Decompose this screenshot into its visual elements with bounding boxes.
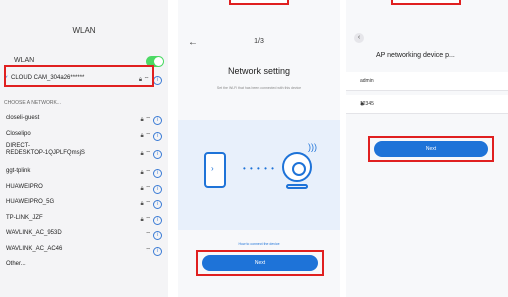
network-name: Other... [6,261,26,267]
info-icon[interactable]: i [153,150,162,159]
info-icon[interactable]: i [153,231,162,240]
highlight-box [229,0,289,5]
help-link[interactable]: How to connect the device [178,242,340,246]
wifi-icon: ⌔ [145,132,151,139]
list-item[interactable]: HUAWEIPRO_5G 🔒︎ ⌔ i [0,196,168,212]
wifi-icon: ⌔ [145,247,151,254]
network-status-icons: 🔒︎ ⌔ i [140,184,162,194]
network-name: closeli-guest [6,115,40,121]
list-item[interactable]: closeli-guest 🔒︎ ⌔ i [0,112,168,128]
info-icon[interactable]: i [153,215,162,225]
wlan-settings-screen: WLAN WLAN ✓ CLOUD CAM_304a26****** 🔒︎ ⌔ … [0,0,168,297]
network-name: WAVLINK_AC_AC46 [6,245,63,252]
username-field[interactable]: admin [346,72,508,91]
wifi-icon: ⌔ [145,216,151,223]
wlan-label: WLAN [14,57,35,64]
page-title: WLAN [72,26,96,35]
network-status-icons: 🔒︎ ⌔ i [140,199,162,209]
wifi-icon: ⌔ [145,151,151,157]
info-icon[interactable]: i [153,246,162,256]
section-header: CHOOSE A NETWORK... [4,100,61,106]
info-icon[interactable]: i [153,184,162,194]
network-list: closeli-guest 🔒︎ ⌔ i Closelipo 🔒︎ ⌔ i DIRE… [0,112,168,274]
network-status-icons: 🔒︎ ⌔ i [140,131,162,141]
wifi-icon: ⌔ [145,117,151,123]
network-name: WAVLINK_AC_953D [6,230,62,236]
lock-icon: 🔒︎ [140,216,144,223]
list-item[interactable]: Closelipo 🔒︎ ⌔ i [0,128,168,144]
network-name: ggt-tplink [6,168,31,174]
step-indicator: 1/3 [254,38,264,45]
wifi-icon: ⌔ [145,170,151,176]
network-status-icons: 🔒︎ ⌔ i [140,215,162,225]
network-name: HUAWEIPRO_5G [6,199,55,205]
phone-icon: › [204,152,226,188]
page-title: AP networking device p... [376,52,455,59]
list-item[interactable]: WAVLINK_AC_953D ⌔ i [0,227,168,243]
wifi-signal-icon: ))) [308,142,317,152]
back-icon[interactable]: ‹ [354,33,364,43]
lock-icon: 🔒︎ [140,117,144,123]
network-status-icons: 🔒︎ ⌔ i [140,168,162,178]
list-item[interactable]: DIRECT- REDESKTOP-1QJPLFQmsjS 🔒︎ ⌔ i [0,143,168,165]
lock-icon: 🔒︎ [140,132,144,139]
network-status-icons: ⌔ i [145,246,162,256]
network-setting-screen: ← 1/3 Network setting Set the Wi-Fi that… [178,0,340,297]
wifi-icon: ⌔ [145,185,151,192]
ap-networking-screen: ‹ AP networking device p... admin 12345 … [346,0,508,297]
network-status-icons: ⌔ i [145,230,162,240]
username-value: admin [360,78,374,84]
info-icon[interactable]: i [153,169,162,178]
camera-base-icon [286,184,308,189]
wifi-icon: ⌔ [145,201,151,207]
info-icon[interactable]: i [153,200,162,209]
lock-icon: 🔒︎ [140,170,144,176]
network-status-icons: 🔒︎ ⌔ i [140,149,162,159]
page-title: Network setting [227,66,291,76]
list-item[interactable]: Other... [0,258,168,274]
network-name: DIRECT- REDESKTOP-1QJPLFQmsjS [6,143,85,156]
network-name: HUAWEIPRO [6,183,43,190]
password-field[interactable]: 12345 ◉ [346,95,508,114]
network-name: Closelipo [6,130,31,137]
info-icon[interactable]: i [153,76,162,85]
highlight-box [391,0,461,5]
info-icon[interactable]: i [153,116,162,125]
list-item[interactable]: WAVLINK_AC_AC46 ⌔ i [0,243,168,259]
network-status-icons: 🔒︎ ⌔ i [140,115,162,125]
lock-icon: 🔒︎ [140,185,144,192]
highlight-box [4,65,154,87]
info-icon[interactable]: i [153,131,162,141]
list-item[interactable]: HUAWEIPRO 🔒︎ ⌔ i [0,181,168,197]
lock-icon: 🔒︎ [140,151,144,157]
next-button[interactable]: Next [202,255,318,271]
camera-icon [282,152,312,182]
network-name: TP-LINK_JZF [6,214,43,221]
wifi-icon: ⌔ [145,232,151,238]
list-item[interactable]: TP-LINK_JZF 🔒︎ ⌔ i [0,212,168,228]
lock-icon: 🔒︎ [140,201,144,207]
eye-icon[interactable]: ◉ [360,101,500,107]
next-button[interactable]: Next [374,141,488,157]
description-text: Set the Wi-Fi that has been connected wi… [216,86,302,90]
list-item[interactable]: ggt-tplink 🔒︎ ⌔ i [0,165,168,181]
connecting-dots: • • • • • [243,164,275,173]
connection-illustration: › • • • • • ))) [178,120,340,230]
